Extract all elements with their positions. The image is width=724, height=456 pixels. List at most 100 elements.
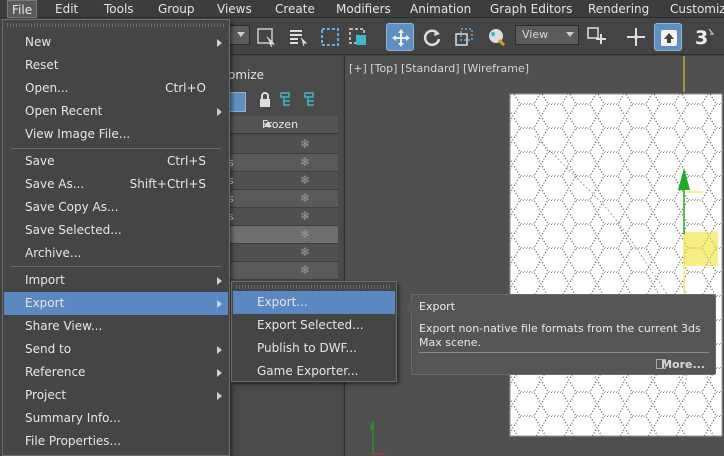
menu-grip [236, 285, 392, 289]
select-and-rotate-icon[interactable] [418, 23, 446, 51]
menu-item-label: Archive... [25, 246, 82, 260]
viewport-top[interactable]: [+] [Top] [Standard] [Wireframe] y [344, 56, 724, 456]
snowflake-icon[interactable]: ❄ [300, 209, 310, 223]
hierarchy-icon[interactable] [280, 92, 296, 111]
select-and-manipulate-icon[interactable] [622, 23, 650, 51]
menu-group[interactable]: Group [158, 2, 195, 16]
explorer-title-fragment: omize [228, 68, 265, 82]
menu-views[interactable]: Views [217, 2, 252, 16]
snaps-toggle-icon[interactable]: 3 [690, 23, 718, 51]
table-row[interactable]: s ❄ [228, 190, 338, 208]
menu-item-reference[interactable]: Reference [4, 361, 228, 384]
menu-create[interactable]: Create [275, 2, 315, 16]
menu-rendering[interactable]: Rendering [588, 2, 649, 16]
submenu-arrow-icon [217, 346, 222, 354]
menu-file[interactable]: File [7, 0, 38, 18]
select-object-icon[interactable] [252, 23, 280, 51]
keyboard-shortcut-toggle-icon[interactable] [654, 23, 682, 51]
menu-item-open-recent[interactable]: Open Recent [4, 100, 228, 123]
menu-animation[interactable]: Animation [410, 2, 471, 16]
menu-item-view-image-file[interactable]: View Image File... [4, 123, 228, 146]
menu-item-summary-info[interactable]: Summary Info... [4, 407, 228, 430]
select-and-place-icon[interactable] [482, 23, 510, 51]
scene-explorer: omize Frozen l❄ s❄ s❄ s❄ s❄ ❄ ❄ l❄ [228, 56, 343, 456]
window-crossing-icon[interactable] [344, 23, 372, 51]
menu-item-label: Share View... [25, 319, 103, 333]
menu-item-export[interactable]: Export [4, 292, 228, 315]
snowflake-icon[interactable]: ❄ [300, 173, 310, 187]
table-row[interactable]: s ❄ [228, 154, 338, 172]
tooltip-pointer [405, 301, 412, 313]
submenu-item-label: Game Exporter... [257, 364, 359, 378]
menu-item-file-properties[interactable]: File Properties... [4, 430, 228, 453]
menu-item-save-copy-as[interactable]: Save Copy As... [4, 196, 228, 219]
view-axis-y-label: y [369, 421, 375, 431]
menu-item-save-selected[interactable]: Save Selected... [4, 219, 228, 242]
reference-coordinate-combo[interactable]: View [515, 25, 579, 45]
select-by-name-icon[interactable] [284, 23, 312, 51]
table-row[interactable]: s ❄ [228, 208, 338, 226]
menu-item-shortcut: Ctrl+S [166, 154, 206, 168]
gizmo-plane-handle[interactable] [684, 232, 718, 266]
menu-item-project[interactable]: Project [4, 384, 228, 407]
menu-item-label: Open... [25, 81, 69, 95]
frozen-column-header[interactable]: Frozen [228, 116, 338, 134]
menu-separator [11, 148, 221, 149]
menu-tools[interactable]: Tools [104, 2, 134, 16]
table-row[interactable]: l❄ [228, 136, 338, 154]
export-submenu: Export... Export Selected... Publish to … [231, 281, 397, 382]
snowflake-icon[interactable]: ❄ [300, 191, 310, 205]
menu-item-shortcut: Shift+Ctrl+S [129, 177, 206, 191]
selection-filter-combo[interactable] [228, 25, 250, 45]
table-row[interactable]: l❄ [228, 262, 338, 280]
snowflake-icon[interactable]: ❄ [300, 263, 310, 277]
snowflake-icon[interactable]: ❄ [300, 227, 310, 241]
select-and-scale-icon[interactable] [450, 23, 478, 51]
menu-item-label: Reset [25, 58, 59, 72]
main-toolbar: View 3 [228, 19, 724, 55]
submenu-item-export-selected[interactable]: Export Selected... [233, 314, 395, 337]
submenu-item-export[interactable]: Export... [233, 291, 395, 314]
menu-item-open[interactable]: Open... Ctrl+O [4, 77, 228, 100]
table-row[interactable]: ❄ [228, 226, 338, 244]
menu-item-save-as[interactable]: Save As... Shift+Ctrl+S [4, 173, 228, 196]
menu-item-share-view[interactable]: Share View... [4, 315, 228, 338]
lock-icon[interactable] [258, 92, 272, 111]
explorer-filter-icon[interactable] [228, 92, 246, 112]
hierarchy-expand-icon[interactable] [304, 92, 320, 111]
tooltip-more-link[interactable]: More... [661, 358, 705, 371]
tooltip-description: Export non-native file formats from the … [419, 322, 701, 349]
submenu-item-label: Export Selected... [257, 318, 364, 332]
menu-edit[interactable]: Edit [55, 2, 78, 16]
select-and-move-icon[interactable] [386, 23, 414, 51]
table-row[interactable]: ❄ [228, 244, 338, 262]
snowflake-icon[interactable]: ❄ [300, 137, 310, 151]
menu-item-import[interactable]: Import [4, 269, 228, 292]
submenu-item-publish-to-dwf[interactable]: Publish to DWF... [233, 337, 395, 360]
file-menu: New Reset Open... Ctrl+O Open Recent View… [2, 19, 230, 456]
menu-item-save[interactable]: Save Ctrl+S [4, 150, 228, 173]
menu-item-label: Project [25, 388, 67, 402]
menu-item-label: Reference [25, 365, 86, 379]
snowflake-icon[interactable]: ❄ [300, 245, 310, 259]
menu-grip [7, 23, 225, 27]
submenu-arrow-icon [217, 392, 222, 400]
menu-item-label: View Image File... [25, 127, 131, 141]
menu-item-reset[interactable]: Reset [4, 54, 228, 77]
menu-graph-editors[interactable]: Graph Editors [490, 2, 572, 16]
menu-separator [11, 266, 221, 267]
menu-modifiers[interactable]: Modifiers [336, 2, 391, 16]
menu-item-new[interactable]: New [4, 31, 228, 54]
submenu-item-game-exporter[interactable]: Game Exporter... [233, 360, 395, 383]
rectangular-selection-icon[interactable] [316, 23, 344, 51]
menu-item-label: New [25, 35, 52, 49]
menu-item-archive[interactable]: Archive... [4, 242, 228, 265]
table-row[interactable]: s ❄ [228, 172, 338, 190]
use-pivot-icon[interactable] [583, 23, 611, 51]
tooltip-title: Export [419, 300, 456, 313]
menu-bar: File Edit Tools Group Views Create Modif… [0, 0, 724, 18]
menu-customize[interactable]: Customize [670, 2, 724, 16]
tooltip-divider [419, 352, 709, 353]
snowflake-icon[interactable]: ❄ [300, 155, 310, 169]
menu-item-send-to[interactable]: Send to [4, 338, 228, 361]
